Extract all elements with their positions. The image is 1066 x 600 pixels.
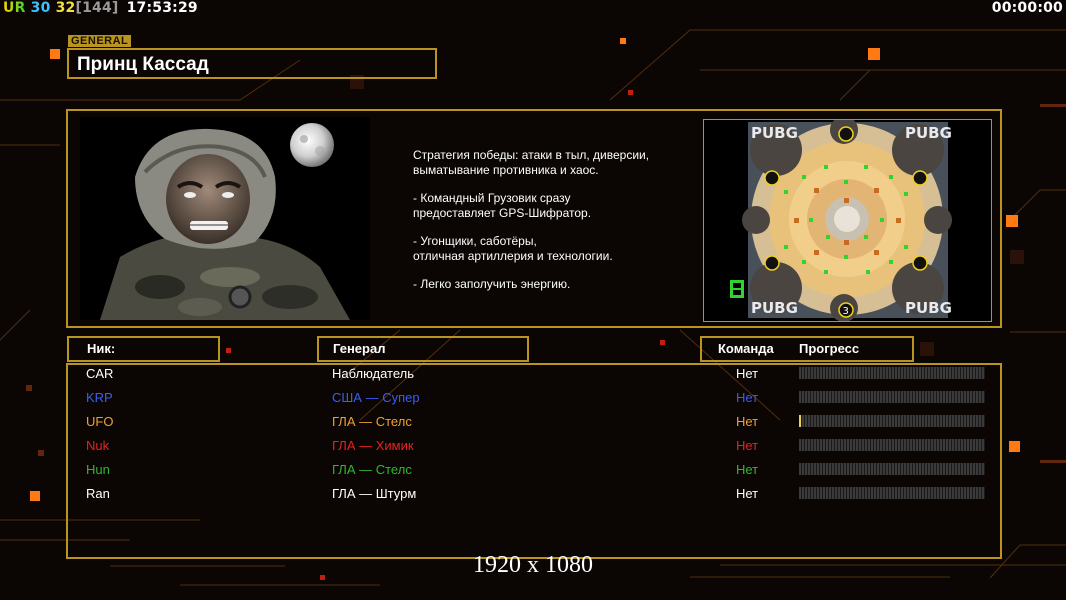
player-nick: Ran — [86, 486, 110, 501]
player-general: ГЛА — Химик — [332, 438, 414, 453]
player-nick: Nuk — [86, 438, 110, 453]
player-row: Nuk ГЛА — Химик Нет — [0, 435, 1066, 459]
player-row: CAR Наблюдатель Нет — [0, 363, 1066, 387]
player-row: Hun ГЛА — Стелс Нет — [0, 459, 1066, 483]
header-nick-label: Ник: — [87, 341, 116, 356]
player-progress-bar — [799, 367, 985, 379]
hud-ping-bracket: [144] — [75, 0, 119, 16]
player-progress-bar — [799, 487, 985, 499]
player-general: ГЛА — Штурм — [332, 486, 417, 501]
player-nick: KRP — [86, 390, 113, 405]
hud-stats: UR 30 32[144] 17:53:29 — [3, 0, 198, 16]
player-row: Ran ГЛА — Штурм Нет — [0, 483, 1066, 507]
hud-fps: 30 — [30, 0, 51, 16]
description-line: Стратегия победы: атаки в тыл, диверсии,… — [413, 148, 650, 177]
header-general: Генерал — [317, 336, 529, 362]
header-team-progress: Команда Прогресс — [700, 336, 914, 362]
player-team: Нет — [736, 486, 759, 501]
header-team-label: Команда — [718, 341, 774, 356]
header-general-label: Генерал — [333, 341, 386, 356]
player-general: ГЛА — Стелс — [332, 462, 412, 477]
hud-ur-label: UR — [3, 0, 26, 16]
hud-clock: 17:53:29 — [126, 0, 198, 16]
header-nick: Ник: — [67, 336, 220, 362]
general-title-box: Принц Кассад — [67, 48, 437, 79]
player-progress-bar — [799, 391, 985, 403]
player-team: Нет — [736, 414, 759, 429]
map-corner-label: PUBG — [751, 124, 798, 142]
player-team: Нет — [736, 462, 759, 477]
map-corner-label: PUBG — [751, 299, 798, 317]
map-corner-label: PUBG — [905, 124, 952, 142]
resolution-label: 1920 x 1080 — [473, 552, 593, 578]
player-row: KRP США — Супер Нет — [0, 387, 1066, 411]
player-general: ГЛА — Стелс — [332, 414, 412, 429]
general-description: Стратегия победы: атаки в тыл, диверсии,… — [413, 148, 693, 305]
general-portrait — [80, 117, 370, 320]
player-nick: UFO — [86, 414, 114, 429]
general-tag: GENERAL — [68, 35, 132, 47]
player-progress-bar — [799, 463, 985, 475]
player-team: Нет — [736, 390, 759, 405]
player-progress-fill — [799, 415, 801, 427]
player-nick: CAR — [86, 366, 114, 381]
hud-timer: 00:00:00 — [991, 0, 1063, 16]
player-team: Нет — [736, 366, 759, 381]
player-progress-bar — [799, 439, 985, 451]
general-name: Принц Кассад — [77, 54, 209, 75]
player-general: Наблюдатель — [332, 366, 415, 381]
map-corner-label: PUBG — [905, 299, 952, 317]
hud-ping: 32 — [55, 0, 76, 16]
player-row: UFO ГЛА — Стелс Нет — [0, 411, 1066, 435]
player-nick: Hun — [86, 462, 110, 477]
description-line: - Угонщики, саботёры, отличная артиллери… — [413, 234, 613, 263]
description-line: - Командный Грузовик сразу предоставляет… — [413, 191, 592, 220]
player-general: США — Супер — [332, 390, 420, 405]
player-progress-bar — [799, 415, 985, 427]
header-progress-label: Прогресс — [799, 341, 860, 356]
player-team: Нет — [736, 438, 759, 453]
description-line: - Легко заполучить энергию. — [413, 277, 571, 291]
map-spawn-number: 3 — [843, 306, 849, 317]
map-preview[interactable]: PUBG PUBG PUBG PUBG 3 — [703, 119, 992, 322]
